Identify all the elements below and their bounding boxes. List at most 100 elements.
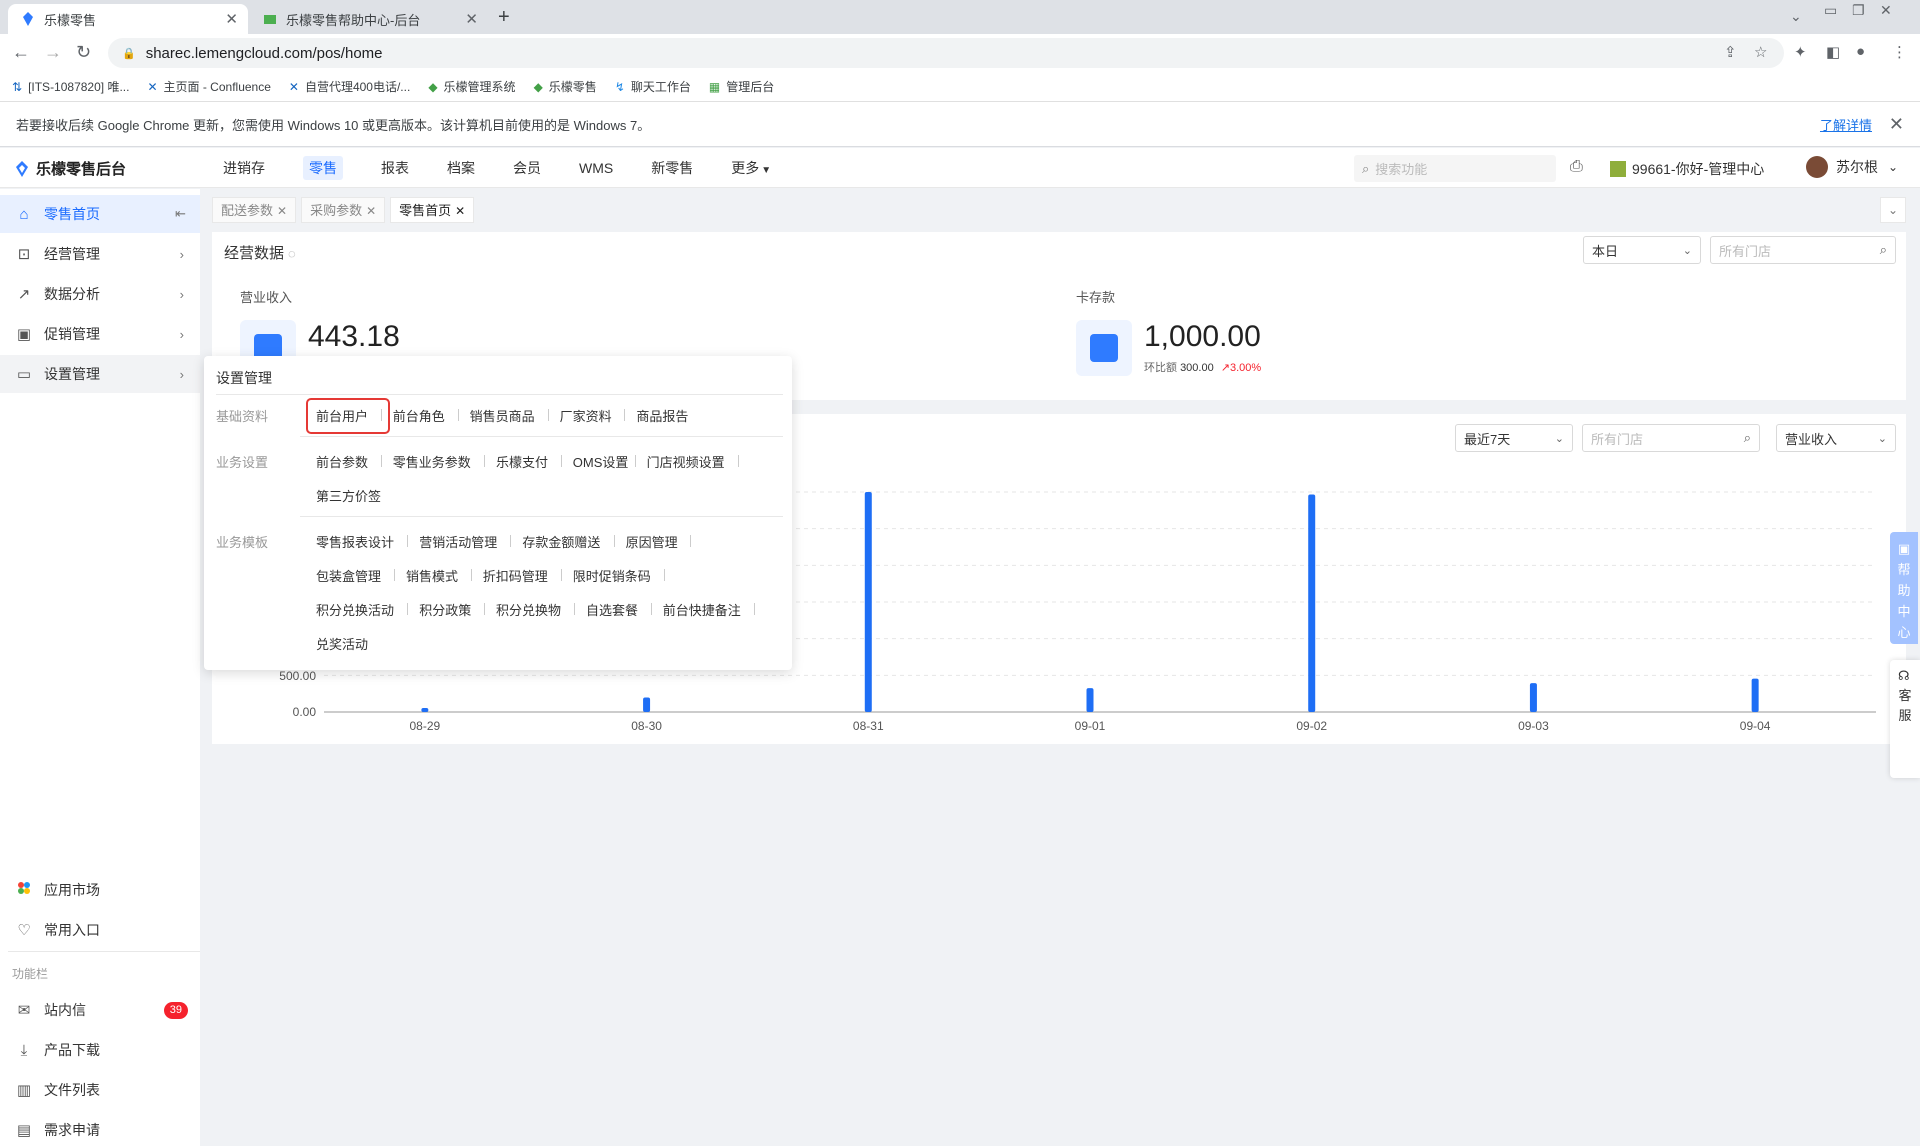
menu-link[interactable]: 存款金额赠送: [522, 532, 600, 551]
reload-icon[interactable]: ↻: [76, 42, 91, 63]
nav-jxc[interactable]: 进销存: [204, 148, 284, 188]
store-filter-input[interactable]: 所有门店 ⌕: [1710, 236, 1896, 264]
menu-link[interactable]: 第三方价签: [316, 486, 381, 505]
sidebar-item-downloads[interactable]: ⤓ 产品下载: [0, 1031, 200, 1069]
browser-tab-help[interactable]: 乐檬零售帮助中心-后台 ✕: [250, 4, 488, 34]
nav-archive[interactable]: 档案: [428, 148, 494, 188]
close-icon[interactable]: ✕: [455, 204, 465, 218]
tabs-more-icon[interactable]: ⌄: [1880, 197, 1906, 223]
close-icon[interactable]: ✕: [465, 10, 478, 28]
extensions-icon[interactable]: ✦: [1794, 43, 1807, 61]
sidebar-item-analytics[interactable]: ↗ 数据分析 ›: [0, 275, 200, 313]
period-select[interactable]: 本日 ⌄: [1583, 236, 1701, 264]
refresh-icon[interactable]: ◌: [288, 246, 296, 261]
forward-icon[interactable]: →: [44, 42, 62, 63]
menu-link[interactable]: 前台用户: [316, 406, 368, 425]
tab-search-icon[interactable]: ⌄: [1790, 8, 1802, 25]
folder-icon: ▭: [16, 366, 32, 383]
sidebar-item-promotion[interactable]: ▣ 促销管理 ›: [0, 315, 200, 353]
help-center-float[interactable]: ▣ 帮助中心: [1890, 532, 1918, 644]
nav-member[interactable]: 会员: [494, 148, 560, 188]
bookmark-star-icon[interactable]: ☆: [1754, 43, 1767, 61]
menu-link[interactable]: 积分政策: [419, 600, 471, 619]
menu-link[interactable]: 营销活动管理: [419, 532, 497, 551]
collapse-sidebar-icon[interactable]: ⇤: [175, 206, 186, 222]
menu-link[interactable]: 销售员商品: [470, 406, 535, 425]
menu-link[interactable]: 包装盒管理: [316, 566, 381, 585]
bookmark-item[interactable]: ↯ 聊天工作台: [615, 78, 691, 95]
nav-new-retail[interactable]: 新零售: [632, 148, 712, 188]
side-panel-icon[interactable]: ◧: [1826, 43, 1840, 61]
sidebar-item-files[interactable]: ▥ 文件列表: [0, 1071, 200, 1109]
close-icon[interactable]: ✕: [225, 10, 238, 28]
bookmark-item[interactable]: ⇅ [ITS-1087820] 唯...: [12, 78, 129, 95]
menu-link[interactable]: 兑奖活动: [316, 634, 368, 653]
sidebar-item-app-market[interactable]: 应用市场: [0, 871, 200, 909]
menu-link[interactable]: 限时促销条码: [573, 566, 651, 585]
brand[interactable]: 乐檬零售后台: [14, 158, 126, 179]
nav-more[interactable]: 更多 ▼: [712, 148, 790, 188]
menu-link[interactable]: 前台角色: [393, 406, 445, 425]
user-menu[interactable]: 苏尔根 ⌄: [1806, 156, 1898, 178]
menu-link[interactable]: 门店视频设置: [647, 452, 725, 471]
tab-delivery-params[interactable]: 配送参数 ✕: [212, 197, 297, 223]
bookmark-item[interactable]: ✕ 主页面 - Confluence: [147, 78, 270, 95]
address-bar[interactable]: 🔒 sharec.lemengcloud.com/pos/home: [108, 38, 1784, 68]
bookmark-item[interactable]: ◆ 乐檬零售: [534, 78, 597, 95]
share-icon[interactable]: ⇪: [1724, 43, 1737, 61]
menu-link[interactable]: 厂家资料: [560, 406, 612, 425]
restore-icon[interactable]: ❐: [1852, 2, 1865, 19]
menu-link[interactable]: 积分兑换活动: [316, 600, 394, 619]
sidebar-item-messages[interactable]: ✉ 站内信 39: [0, 991, 200, 1029]
close-icon[interactable]: ✕: [277, 204, 287, 218]
search-icon: ⌕: [1879, 242, 1887, 257]
new-tab-icon[interactable]: +: [498, 6, 510, 29]
learn-more-link[interactable]: 了解详情: [1820, 115, 1872, 134]
nav-report[interactable]: 报表: [362, 148, 428, 188]
menu-link[interactable]: 折扣码管理: [483, 566, 548, 585]
back-icon[interactable]: ←: [12, 42, 30, 63]
close-icon[interactable]: ✕: [366, 204, 376, 218]
menu-link[interactable]: 前台参数: [316, 452, 368, 471]
browser-tab-title: 乐檬零售帮助中心-后台: [286, 12, 421, 28]
bookmark-item[interactable]: ◆ 乐檬管理系统: [428, 78, 515, 95]
menu-link[interactable]: 销售模式: [406, 566, 458, 585]
menu-link[interactable]: 积分兑换物: [496, 600, 561, 619]
menu-link[interactable]: 自选套餐: [586, 600, 638, 619]
menu-link[interactable]: 商品报告: [636, 406, 688, 425]
sidebar-item-operations[interactable]: ⊡ 经营管理 ›: [0, 235, 200, 273]
tab-purchase-params[interactable]: 采购参数 ✕: [301, 197, 386, 223]
profile-icon[interactable]: ●: [1856, 43, 1865, 60]
menu-separator: [457, 409, 459, 421]
analytics-icon: ↗: [17, 286, 31, 303]
home-icon: ⌂: [19, 205, 29, 223]
menu-dots-icon[interactable]: ⋮: [1892, 43, 1907, 61]
menu-link[interactable]: 前台快捷备注: [663, 600, 741, 619]
chart-bar: [421, 708, 429, 712]
sidebar-item-retail-home[interactable]: ⌂ 零售首页 ⇤: [0, 195, 200, 233]
browser-tab-lemeng[interactable]: 乐檬零售 ✕: [8, 4, 248, 34]
nav-retail[interactable]: 零售: [284, 148, 362, 188]
sidebar-item-settings[interactable]: ▭ 设置管理 ›: [0, 355, 200, 393]
nav-wms[interactable]: WMS: [560, 148, 632, 188]
menu-link[interactable]: OMS设置: [573, 452, 629, 471]
window-close-icon[interactable]: ✕: [1880, 2, 1892, 19]
menu-link[interactable]: 零售业务参数: [393, 452, 471, 471]
menu-link[interactable]: 乐檬支付: [496, 452, 548, 471]
menu-link[interactable]: 原因管理: [626, 532, 678, 551]
customer-service-float[interactable]: ☊ 客服: [1890, 660, 1920, 778]
close-icon[interactable]: ✕: [1889, 114, 1904, 135]
menu-link[interactable]: 零售报表设计: [316, 532, 394, 551]
minimize-icon[interactable]: ▭: [1824, 2, 1837, 19]
printer-icon[interactable]: ⎙: [1570, 158, 1583, 176]
menu-separator: [737, 455, 739, 467]
top-nav: 进销存 零售 报表 档案 会员 WMS 新零售 更多 ▼: [204, 148, 790, 188]
tab-retail-home[interactable]: 零售首页 ✕: [390, 197, 475, 223]
function-search-input[interactable]: ⌕ 搜索功能: [1354, 155, 1556, 182]
bookmark-item[interactable]: ▦ 管理后台: [709, 78, 774, 95]
sidebar-item-requests[interactable]: ▤ 需求申请: [0, 1111, 200, 1146]
browser-tab-strip: 乐檬零售 ✕ 乐檬零售帮助中心-后台 ✕ + ⌄ ▭ ❐ ✕: [0, 0, 1920, 34]
sidebar-item-favorites[interactable]: ♡ 常用入口: [0, 911, 200, 949]
bookmark-item[interactable]: ✕ 自营代理400电话/...: [289, 78, 410, 95]
store-switcher[interactable]: 99661-你好-管理中心: [1610, 159, 1764, 179]
